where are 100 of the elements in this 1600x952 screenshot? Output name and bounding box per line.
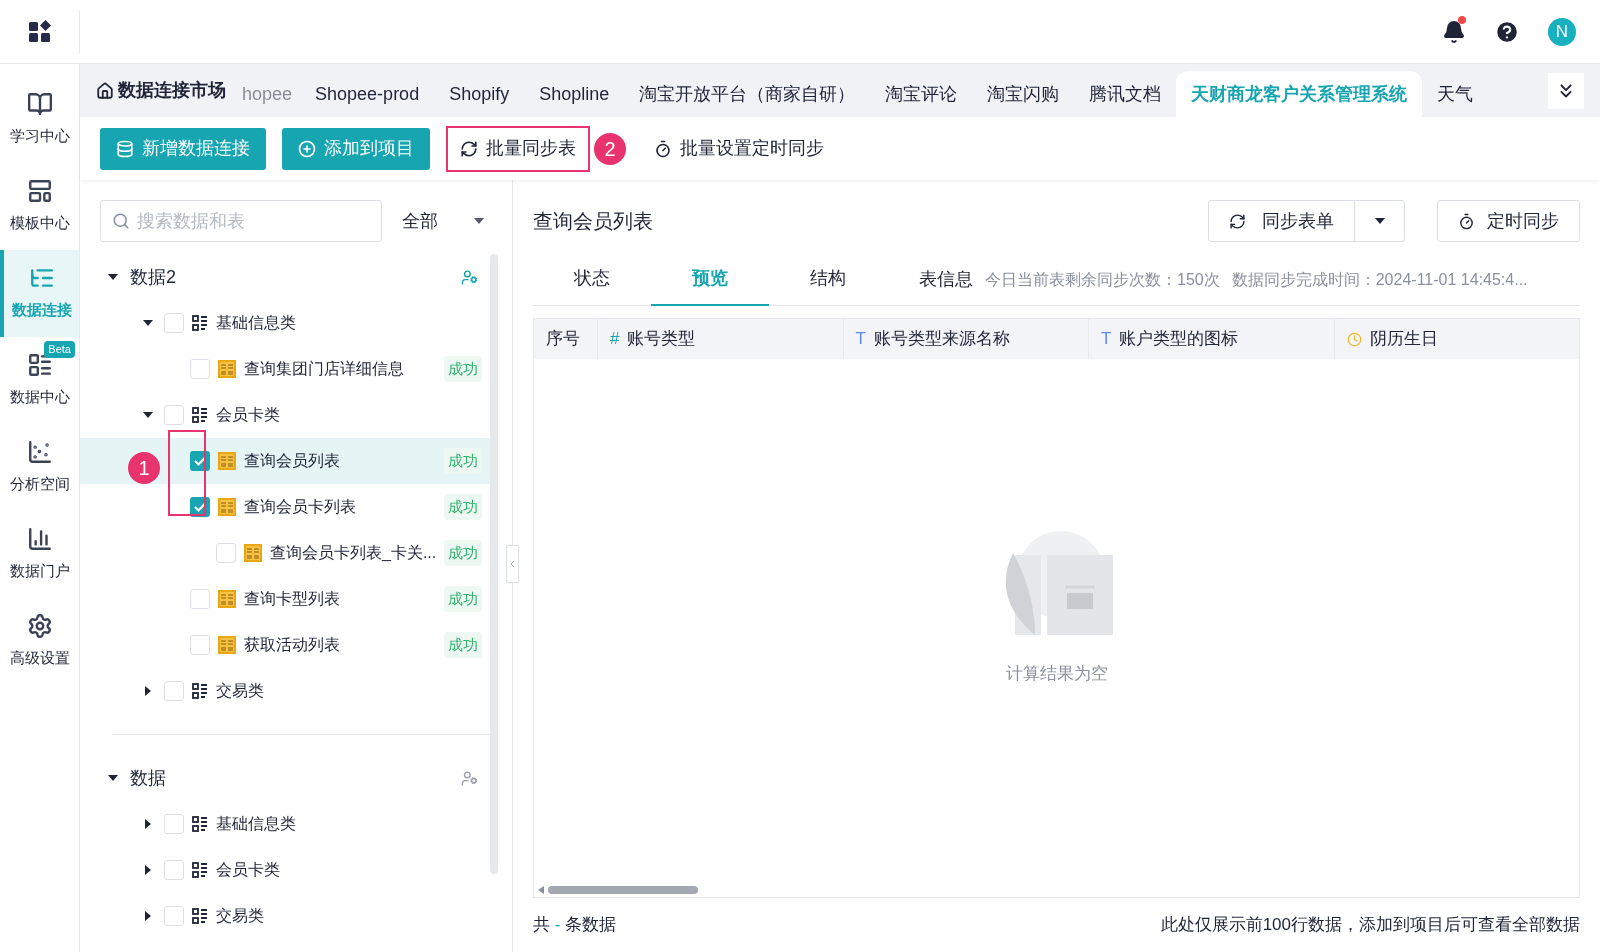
row-count-text: 共 - 条数据 xyxy=(533,914,617,937)
home-tab[interactable]: 数据连接市场 xyxy=(96,64,234,117)
caret-icon[interactable] xyxy=(143,865,153,875)
tab[interactable]: 腾讯文档 xyxy=(1074,71,1177,117)
caret-icon[interactable] xyxy=(143,819,153,829)
sidebar-item[interactable]: 高级设置 xyxy=(0,598,79,685)
database-icon xyxy=(116,139,134,158)
info-label: 表信息 xyxy=(919,268,973,291)
search-field[interactable]: 搜索数据和表 xyxy=(100,200,382,242)
status-tag: 成功 xyxy=(444,631,482,659)
sidebar-item[interactable]: Beta 数据中心 xyxy=(0,337,79,424)
checkbox[interactable] xyxy=(164,814,184,834)
tab[interactable]: Shopline xyxy=(524,71,625,117)
tab[interactable]: 淘宝开放平台（商家自研） xyxy=(624,71,871,117)
dropdown-caret-icon[interactable] xyxy=(474,218,484,224)
timed-sync-button[interactable]: 定时同步 xyxy=(1437,200,1580,242)
status-tag: 成功 xyxy=(444,493,482,521)
caret-icon[interactable] xyxy=(143,686,153,696)
tree-item-label[interactable]: 会员卡类 xyxy=(216,403,280,427)
sidebar-item[interactable]: 数据门户 xyxy=(0,511,79,598)
tree-item-label[interactable]: 基础信息类 xyxy=(216,311,296,335)
app-logo-icon xyxy=(218,636,236,654)
app-grid-icon[interactable] xyxy=(27,19,52,44)
settings-icon xyxy=(26,613,53,640)
home-icon xyxy=(96,81,114,100)
status-tag: 成功 xyxy=(444,539,482,567)
folder-list-icon xyxy=(192,315,208,331)
folder-list-icon xyxy=(192,683,208,699)
plus-circle-icon xyxy=(298,139,316,158)
tab[interactable]: 淘宝评论 xyxy=(870,71,973,117)
checkbox[interactable] xyxy=(164,405,184,425)
book-icon xyxy=(26,91,53,118)
filter-select[interactable]: 全部 xyxy=(402,207,438,235)
app-logo-icon xyxy=(244,544,262,562)
tree-item-label[interactable]: 查询集团门店详细信息 xyxy=(244,357,404,381)
tree-item-label[interactable]: 查询卡型列表 xyxy=(244,587,340,611)
column-header: 阴历生日 xyxy=(1334,319,1579,359)
clock-icon xyxy=(1346,331,1362,347)
search-icon xyxy=(112,212,130,230)
tab[interactable]: 淘宝闪购 xyxy=(972,71,1075,117)
horizontal-scrollbar[interactable] xyxy=(548,886,698,894)
collapse-handle[interactable] xyxy=(506,545,519,583)
tree-item-label[interactable]: 会员卡类 xyxy=(216,858,280,882)
tree-item-label[interactable]: 获取活动列表 xyxy=(244,633,340,657)
footer-note: 此处仅展示前100行数据，添加到项目后可查看全部数据 xyxy=(1160,914,1580,937)
caret-icon[interactable] xyxy=(143,911,153,921)
toolbar-button[interactable]: 批量同步表 xyxy=(446,125,590,172)
tab[interactable]: Shopify xyxy=(434,71,525,117)
app-logo-icon xyxy=(218,360,236,378)
timer-icon xyxy=(1458,212,1475,230)
checkbox[interactable] xyxy=(164,860,184,880)
tree-item-label[interactable]: 交易类 xyxy=(216,679,264,703)
scroll-left-icon[interactable] xyxy=(538,886,544,894)
checkbox[interactable] xyxy=(216,543,236,563)
detail-tab[interactable]: 结构 xyxy=(769,253,887,306)
detail-tab[interactable]: 状态 xyxy=(533,253,651,306)
scrollbar[interactable] xyxy=(490,254,498,874)
column-header: 序号 xyxy=(534,319,598,359)
tab[interactable]: 天气 xyxy=(1422,71,1489,117)
caret-icon[interactable] xyxy=(143,318,153,328)
caret-icon[interactable] xyxy=(143,410,153,420)
app-logo-icon xyxy=(218,498,236,516)
sidebar-item[interactable]: 分析空间 xyxy=(0,424,79,511)
tree-item-label[interactable]: 查询会员卡列表_卡关... xyxy=(270,541,437,565)
app-logo-icon xyxy=(218,590,236,608)
checkbox[interactable] xyxy=(190,359,210,379)
group-label[interactable]: 数据2 xyxy=(130,263,176,291)
template-icon xyxy=(26,178,53,205)
folder-list-icon xyxy=(192,862,208,878)
group-label[interactable]: 数据 xyxy=(130,764,166,792)
sidebar-item[interactable]: 学习中心 xyxy=(0,76,79,163)
tab[interactable]: Shopee-prod xyxy=(300,71,435,117)
sidebar-item[interactable]: 模板中心 xyxy=(0,163,79,250)
checkbox[interactable] xyxy=(190,589,210,609)
user-settings-icon[interactable] xyxy=(461,769,478,787)
tree-item-label[interactable]: 查询会员卡列表 xyxy=(244,495,356,519)
more-tabs-button[interactable] xyxy=(1548,73,1584,109)
notification-bell-icon[interactable] xyxy=(1442,19,1466,44)
folder-list-icon xyxy=(192,908,208,924)
tree-item-label[interactable]: 基础信息类 xyxy=(216,812,296,836)
sync-icon xyxy=(460,139,478,158)
caret-icon[interactable] xyxy=(108,773,118,783)
status-tag: 成功 xyxy=(444,355,482,383)
app-logo-icon xyxy=(218,452,236,470)
tree-item-label[interactable]: 查询会员列表 xyxy=(244,449,340,473)
annotation-marker: 2 xyxy=(594,132,626,165)
checkbox[interactable] xyxy=(190,451,210,471)
checkbox[interactable] xyxy=(190,635,210,655)
checkbox[interactable] xyxy=(164,313,184,333)
checkmark-icon xyxy=(194,456,206,466)
user-settings-icon[interactable] xyxy=(461,268,478,286)
checkbox[interactable] xyxy=(164,681,184,701)
caret-icon[interactable] xyxy=(108,272,118,282)
beta-badge: Beta xyxy=(44,341,75,358)
tree-item-label[interactable]: 交易类 xyxy=(216,904,264,928)
toolbar-button[interactable]: 批量设置定时同步 xyxy=(642,125,836,172)
sync-form-button[interactable]: 同步表单 xyxy=(1208,200,1405,242)
status-tag: 成功 xyxy=(444,585,482,613)
checkbox[interactable] xyxy=(164,906,184,926)
table-title: 查询会员列表 xyxy=(533,209,653,234)
